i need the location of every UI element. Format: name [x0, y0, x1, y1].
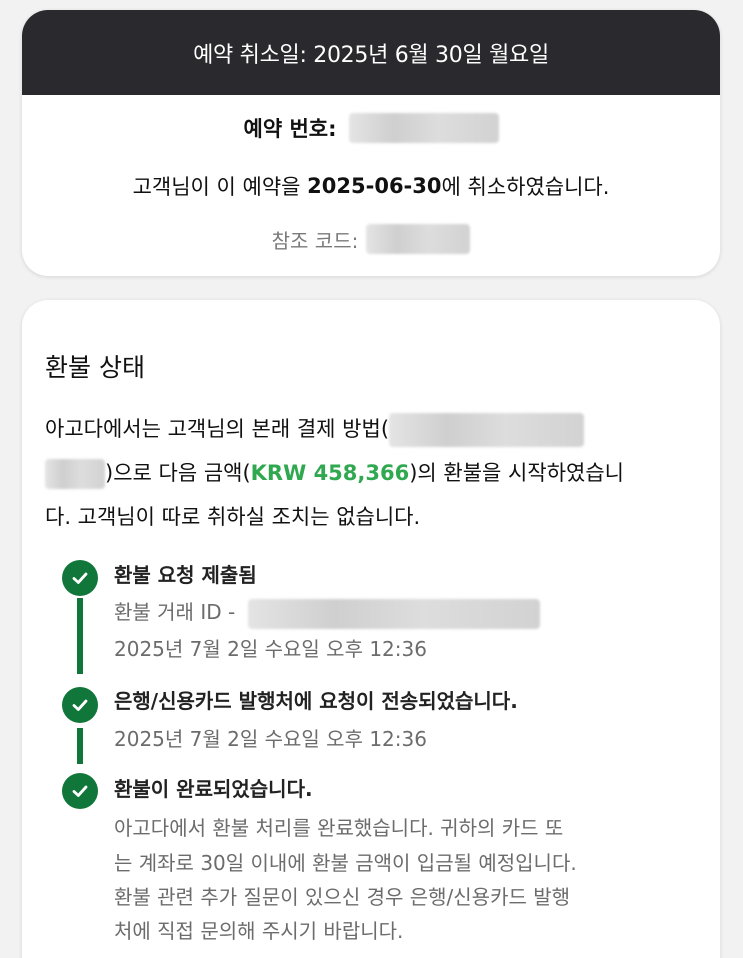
check-circle-icon	[62, 687, 98, 723]
refund-amount: KRW 458,366	[250, 461, 410, 485]
refund-status-card: 환불 상태 아고다에서는 고객님의 본래 결제 방법( )으로 다음 금액(KR…	[22, 300, 720, 958]
booking-number-redacted	[348, 113, 499, 143]
step-refund-complete-line1: 아고다에서 환불 처리를 완료했습니다. 귀하의 카드 또	[114, 816, 564, 840]
reference-code-redacted	[366, 224, 471, 254]
step-refund-complete-line4: 처에 직접 문의해 주시기 바랍니다.	[114, 919, 404, 943]
step-request-submitted-title: 환불 요청 제출됨	[114, 563, 257, 587]
cancel-prefix: 고객님이 이 예약을	[132, 175, 308, 199]
refund-transaction-id-redacted	[247, 598, 540, 629]
timeline-connector-2	[77, 728, 83, 764]
payment-method-redacted-cont	[45, 459, 105, 489]
reference-code-label: 참조 코드:	[271, 228, 359, 253]
cancellation-message: 고객님이 이 예약을 2025-06-30 에 취소하였습니다.	[22, 171, 720, 201]
refund-description-line2: )으로 다음 금액(KRW 458,366)의 환불을 시작하였습니	[45, 457, 705, 489]
refund-transaction-id-label: 환불 거래 ID -	[114, 600, 236, 624]
check-circle-icon	[62, 773, 98, 809]
cancellation-date-header: 예약 취소일: 2025년 6월 30일 월요일	[22, 10, 720, 95]
step-refund-complete-line2: 는 계좌로 30일 이내에 환불 금액이 입금될 예정입니다.	[114, 851, 577, 875]
refund-transaction-id-row: 환불 거래 ID -	[114, 596, 540, 629]
check-circle-icon	[62, 560, 98, 596]
booking-number-label: 예약 번호:	[243, 117, 337, 141]
step-sent-to-bank-title: 은행/신용카드 발행처에 요청이 전송되었습니다.	[114, 689, 518, 713]
refund-status-title: 환불 상태	[45, 353, 145, 382]
refund-description-line3: 다. 고객님이 따로 취하실 조치는 없습니다.	[45, 505, 421, 529]
timeline-connector-1	[77, 598, 83, 674]
step-refund-complete-line3: 환불 관련 추가 질문이 있으신 경우 은행/신용카드 발행	[114, 885, 571, 909]
reference-code-row: 참조 코드:	[22, 224, 720, 254]
cancel-suffix: 에 취소하였습니다.	[441, 175, 610, 199]
cancel-date: 2025-06-30	[307, 174, 442, 198]
step-request-submitted-timestamp: 2025년 7월 2일 수요일 오후 12:36	[114, 637, 427, 661]
refund-description-line1: 아고다에서는 고객님의 본래 결제 방법(	[45, 413, 705, 447]
payment-method-redacted	[389, 413, 585, 447]
cancellation-card: 예약 취소일: 2025년 6월 30일 월요일 예약 번호: 고객님이 이 예…	[22, 10, 720, 276]
step-sent-to-bank-timestamp: 2025년 7월 2일 수요일 오후 12:36	[114, 727, 427, 751]
step-refund-complete-title: 환불이 완료되었습니다.	[114, 777, 313, 801]
booking-number-row: 예약 번호:	[22, 113, 720, 143]
cancellation-date-text: 예약 취소일: 2025년 6월 30일 월요일	[193, 42, 549, 68]
